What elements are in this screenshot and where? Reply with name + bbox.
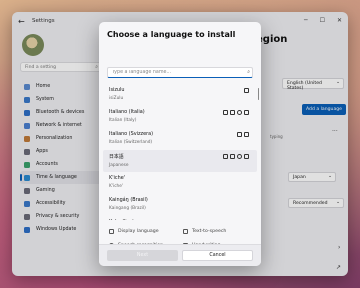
language-name: Kalaallisut	[109, 219, 251, 220]
feature-icons	[244, 88, 249, 93]
language-subtitle: Kaingang (Brazil)	[109, 206, 146, 211]
language-name: Italiano (Svizzera)	[109, 131, 154, 137]
list-item[interactable]: Italiano (Italia) Italian (Italy)	[103, 106, 257, 128]
legend-display-language: Display language	[109, 229, 159, 234]
cancel-button[interactable]: Cancel	[182, 250, 253, 261]
language-subtitle: Italian (Italy)	[109, 118, 137, 123]
text-to-speech-icon	[183, 229, 188, 234]
scrollbar[interactable]	[257, 88, 259, 100]
speech-icon	[237, 110, 242, 115]
search-icon: ⌕	[247, 69, 250, 75]
legend-label: Display language	[118, 229, 159, 234]
language-list[interactable]: Isizulu isiZulu Italiano (Italia) Italian (…	[103, 84, 257, 220]
feature-icons	[223, 110, 249, 115]
display-icon	[223, 110, 228, 115]
language-name: K'iche'	[109, 175, 126, 181]
language-subtitle: Japanese	[109, 163, 129, 168]
list-item[interactable]: Italiano (Svizzera) Italian (Switzerland)	[103, 128, 257, 150]
dialog-footer: Next Cancel	[99, 244, 261, 266]
speech-icon	[237, 154, 242, 159]
language-subtitle: Italian (Switzerland)	[109, 140, 153, 145]
handwriting-icon	[244, 88, 249, 93]
language-search-input[interactable]	[107, 67, 253, 78]
next-button[interactable]: Next	[107, 250, 178, 261]
display-icon	[223, 154, 228, 159]
list-item[interactable]: 日本語 Japanese	[103, 150, 257, 172]
display-language-icon	[109, 229, 114, 234]
legend-label: Text-to-speech	[192, 229, 227, 234]
list-item[interactable]: Isizulu isiZulu	[103, 84, 257, 106]
handwriting-icon	[244, 154, 249, 159]
list-item[interactable]: Kaingáŋ (Brasil) Kaingang (Brazil)	[103, 194, 257, 216]
choose-language-dialog: Choose a language to install ⌕ Isizulu is…	[99, 22, 261, 266]
language-name: Isizulu	[109, 87, 125, 93]
legend-text-to-speech: Text-to-speech	[183, 229, 226, 234]
tts-icon	[230, 110, 235, 115]
list-item[interactable]: K'iche' K'iche'	[103, 172, 257, 194]
display-icon	[237, 132, 242, 137]
dialog-title: Choose a language to install	[107, 30, 236, 39]
language-subtitle: K'iche'	[109, 184, 124, 189]
feature-icons	[237, 132, 249, 137]
list-item[interactable]: Kalaallisut	[103, 216, 257, 220]
language-name: Kaingáŋ (Brasil)	[109, 197, 148, 203]
language-subtitle: isiZulu	[109, 96, 124, 101]
handwriting-icon	[244, 110, 249, 115]
handwriting-icon	[244, 132, 249, 137]
language-search: ⌕	[107, 67, 253, 78]
tts-icon	[230, 154, 235, 159]
feature-icons	[223, 154, 249, 159]
